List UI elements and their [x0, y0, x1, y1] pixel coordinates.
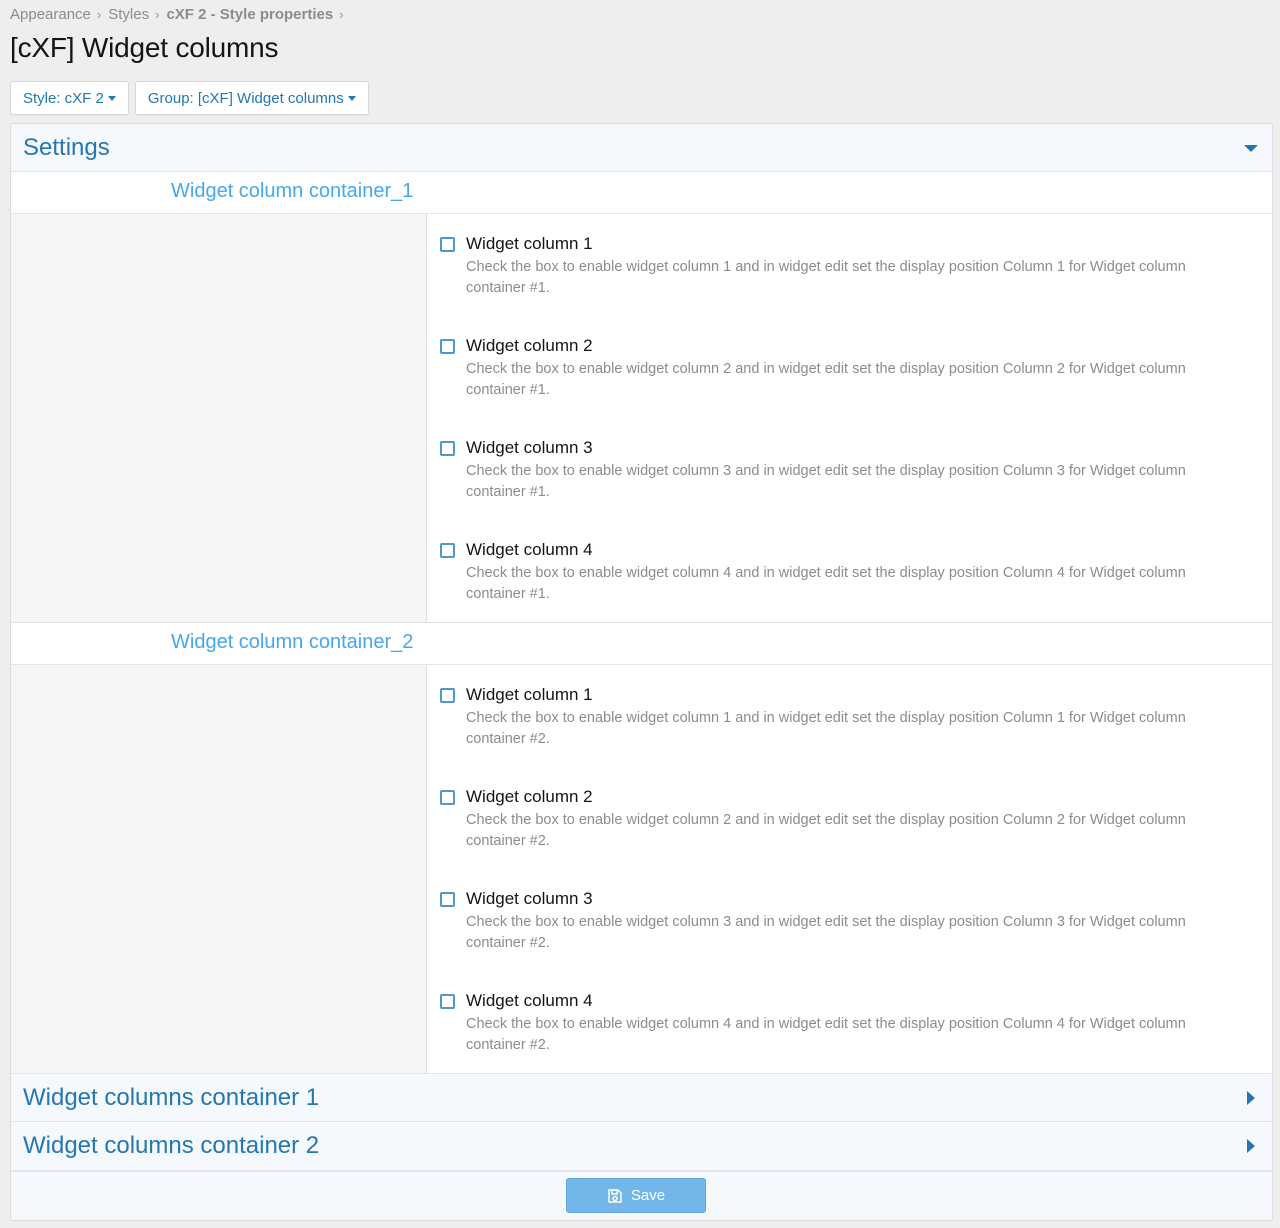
- page-title: [cXF] Widget columns: [10, 32, 279, 63]
- option-label[interactable]: Widget column 1: [466, 234, 593, 254]
- group-title: Widget column container_1: [171, 180, 414, 202]
- breadcrumb-styles[interactable]: Styles: [108, 6, 149, 23]
- section-header-container-2[interactable]: Widget columns container 2: [11, 1122, 1272, 1171]
- group-head-container-2: Widget column container_2: [11, 623, 1272, 665]
- group-filter-button[interactable]: Group: [cXF] Widget columns: [134, 81, 369, 115]
- option-label[interactable]: Widget column 3: [466, 438, 593, 458]
- row-label-cell: [11, 214, 427, 622]
- filter-bar: Style: cXF 2 Group: [cXF] Widget columns: [10, 81, 369, 115]
- save-button[interactable]: Save: [566, 1178, 706, 1213]
- option-label[interactable]: Widget column 4: [466, 991, 593, 1011]
- form-row-container-2: Widget column 1 Check the box to enable …: [11, 665, 1272, 1073]
- caret-down-icon[interactable]: [1244, 141, 1258, 155]
- breadcrumb-style-properties[interactable]: cXF 2 - Style properties: [166, 6, 333, 23]
- group-title: Widget column container_2: [171, 631, 414, 653]
- checkbox[interactable]: [440, 237, 455, 252]
- option-hint: Check the box to enable widget column 2 …: [466, 361, 1186, 398]
- checkbox[interactable]: [440, 339, 455, 354]
- style-filter-label: Style: cXF 2: [23, 89, 104, 107]
- caret-right-icon[interactable]: [1244, 1139, 1258, 1153]
- option-hint: Check the box to enable widget column 4 …: [466, 565, 1186, 602]
- settings-title: Settings: [23, 133, 110, 161]
- settings-header[interactable]: Settings: [11, 124, 1272, 172]
- section-header-container-1[interactable]: Widget columns container 1: [11, 1073, 1272, 1122]
- style-filter-button[interactable]: Style: cXF 2: [10, 81, 129, 115]
- option-label[interactable]: Widget column 3: [466, 889, 593, 909]
- option-label[interactable]: Widget column 1: [466, 685, 593, 705]
- option-hint: Check the box to enable widget column 1 …: [466, 710, 1186, 747]
- save-label: Save: [630, 1187, 666, 1204]
- checkbox[interactable]: [440, 994, 455, 1009]
- breadcrumb: Appearance › Styles › cXF 2 - Style prop…: [10, 4, 351, 24]
- option-hint: Check the box to enable widget column 2 …: [466, 812, 1186, 849]
- row-input-cell: Widget column 1 Check the box to enable …: [428, 665, 1272, 1073]
- caret-down-icon: [347, 95, 356, 101]
- group-head-container-1: Widget column container_1: [11, 172, 1272, 214]
- option-hint: Check the box to enable widget column 1 …: [466, 259, 1186, 296]
- form-footer: Save: [11, 1171, 1272, 1220]
- option-label[interactable]: Widget column 4: [466, 540, 593, 560]
- caret-right-icon[interactable]: [1244, 1090, 1258, 1105]
- row-input-cell: Widget column 1 Check the box to enable …: [428, 214, 1272, 622]
- section-title: Widget columns container 2: [23, 1132, 320, 1159]
- group-filter-label: Group: [cXF] Widget columns: [147, 89, 344, 107]
- style-properties-form: Settings Widget column container_1 Widge…: [10, 123, 1273, 1221]
- checkbox[interactable]: [440, 688, 455, 703]
- checkbox[interactable]: [440, 790, 455, 805]
- chevron-right-icon: ›: [96, 6, 102, 22]
- chevron-right-icon: ›: [339, 6, 344, 22]
- caret-down-icon: [107, 95, 116, 101]
- breadcrumb-appearance[interactable]: Appearance: [10, 6, 91, 23]
- option-hint: Check the box to enable widget column 3 …: [466, 914, 1186, 951]
- checkbox[interactable]: [440, 892, 455, 907]
- option-hint: Check the box to enable widget column 4 …: [466, 1016, 1186, 1053]
- chevron-right-icon: ›: [155, 6, 160, 22]
- option-label[interactable]: Widget column 2: [466, 336, 593, 356]
- section-title: Widget columns container 1: [23, 1083, 320, 1111]
- checkbox[interactable]: [440, 543, 455, 558]
- option-hint: Check the box to enable widget column 3 …: [466, 463, 1186, 500]
- row-label-cell: [11, 665, 427, 1073]
- save-icon: [607, 1188, 623, 1204]
- option-label[interactable]: Widget column 2: [466, 787, 593, 807]
- checkbox[interactable]: [440, 441, 455, 456]
- form-row-container-1: Widget column 1 Check the box to enable …: [11, 214, 1272, 622]
